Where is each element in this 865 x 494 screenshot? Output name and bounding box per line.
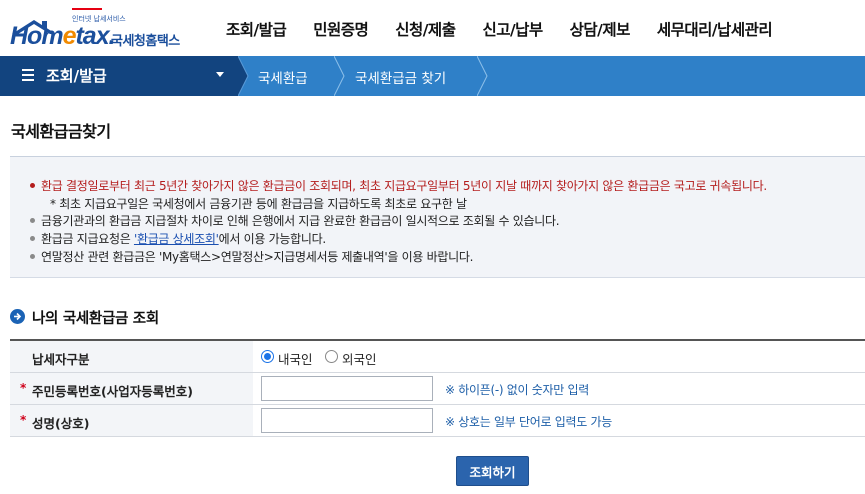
gnb-item-certificate[interactable]: 민원증명 xyxy=(313,18,369,40)
logo-accent xyxy=(72,8,102,10)
notice-line-1-sub: * 최초 지급요구일은 국세청에서 금융기관 등에 환급금을 지급하도록 최초로… xyxy=(50,197,467,211)
radio-foreign-label[interactable]: 외국인 xyxy=(342,349,377,368)
name-input[interactable] xyxy=(261,408,433,433)
caret-down-icon xyxy=(216,72,224,77)
section-title-text: 나의 국세환급금 조회 xyxy=(32,311,159,327)
arrow-circle-icon xyxy=(10,309,25,324)
radio-domestic-label[interactable]: 내국인 xyxy=(278,349,313,368)
chevron-right-icon xyxy=(477,56,488,96)
hamburger-icon xyxy=(22,69,34,81)
chevron-right-icon xyxy=(334,56,345,96)
gnb-item-filing[interactable]: 신고/납부 xyxy=(482,18,543,40)
taxpayer-type-label: 납세자구분 xyxy=(32,352,90,367)
menu-dropdown-label: 조회/발급 xyxy=(46,67,107,85)
rrn-label: 주민등록번호(사업자등록번호) xyxy=(32,384,193,399)
name-hint: ※ 상호는 일부 단어로 입력도 가능 xyxy=(445,415,612,429)
page-title: 국세환급금찾기 xyxy=(11,122,111,141)
top-header: 인터넷 납세서비스 Hometax. 국세청홈택스 조회/발급 민원증명 신청/… xyxy=(0,0,865,56)
rrn-header: * 주민등록번호(사업자등록번호) xyxy=(10,373,253,404)
bullet-icon xyxy=(30,218,35,223)
breadcrumb-item-find-refund[interactable]: 국세환급금 찾기 xyxy=(355,67,446,87)
bullet-icon xyxy=(30,183,35,188)
taxpayer-type-header: 납세자구분 xyxy=(10,341,253,372)
logo-wordmark: Hometax. xyxy=(10,22,116,50)
rrn-hint: ※ 하이픈(-) 없이 숫자만 입력 xyxy=(445,383,590,397)
breadcrumb-item-refund[interactable]: 국세환급 xyxy=(258,67,308,87)
radio-foreign[interactable] xyxy=(325,350,338,363)
notice-line-3: 환급금 지급요청은 '환급금 상세조회'에서 이용 가능합니다. xyxy=(41,232,326,246)
name-label: 성명(상호) xyxy=(32,416,90,431)
menu-dropdown[interactable]: 조회/발급 xyxy=(0,56,238,96)
notice-box: 환급 결정일로부터 최근 5년간 찾아가지 않은 환급금이 조회되며, 최초 지… xyxy=(10,156,865,278)
required-mark: * xyxy=(20,381,27,395)
gnb-item-inquiry[interactable]: 조회/발급 xyxy=(226,18,287,40)
logo-korean: 국세청홈택스 xyxy=(111,34,180,49)
search-button[interactable]: 조회하기 xyxy=(456,456,529,486)
chevron-right-icon xyxy=(238,56,249,96)
refund-search-form: 납세자구분 내국인 외국인 * 주민등록번호(사업자등록번호) ※ 하이픈(-)… xyxy=(10,339,865,437)
gnb-item-consult[interactable]: 상담/제보 xyxy=(570,18,631,40)
hometax-logo[interactable]: 인터넷 납세서비스 Hometax. 국세청홈택스 xyxy=(10,8,220,50)
gnb-item-agent[interactable]: 세무대리/납세관리 xyxy=(657,18,773,40)
notice-line-4: 연말정산 관련 환급금은 'My홈택스>연말정산>지급명세서등 제출내역'을 이… xyxy=(41,250,474,264)
breadcrumb-bar: 조회/발급 국세환급 국세환급금 찾기 xyxy=(0,56,865,96)
global-nav: 조회/발급 민원증명 신청/제출 신고/납부 상담/제보 세무대리/납세관리 xyxy=(226,18,799,40)
bullet-icon xyxy=(30,236,35,241)
notice-line-2: 금융기관과의 환급금 지급절차 차이로 인해 은행에서 지급 완료한 환급금이 … xyxy=(41,214,560,228)
name-header: * 성명(상호) xyxy=(10,405,253,436)
form-row-name: * 성명(상호) ※ 상호는 일부 단어로 입력도 가능 xyxy=(10,405,865,437)
required-mark: * xyxy=(20,413,27,427)
form-row-rrn: * 주민등록번호(사업자등록번호) ※ 하이픈(-) 없이 숫자만 입력 xyxy=(10,373,865,405)
refund-detail-link[interactable]: '환급금 상세조회' xyxy=(134,232,219,246)
radio-domestic[interactable] xyxy=(261,350,274,363)
rrn-input[interactable] xyxy=(261,376,433,401)
notice-line-1: 환급 결정일로부터 최근 5년간 찾아가지 않은 환급금이 조회되며, 최초 지… xyxy=(41,179,767,193)
form-row-taxpayer-type: 납세자구분 내국인 외국인 xyxy=(10,341,865,373)
bullet-icon xyxy=(30,254,35,259)
gnb-item-application[interactable]: 신청/제출 xyxy=(395,18,456,40)
